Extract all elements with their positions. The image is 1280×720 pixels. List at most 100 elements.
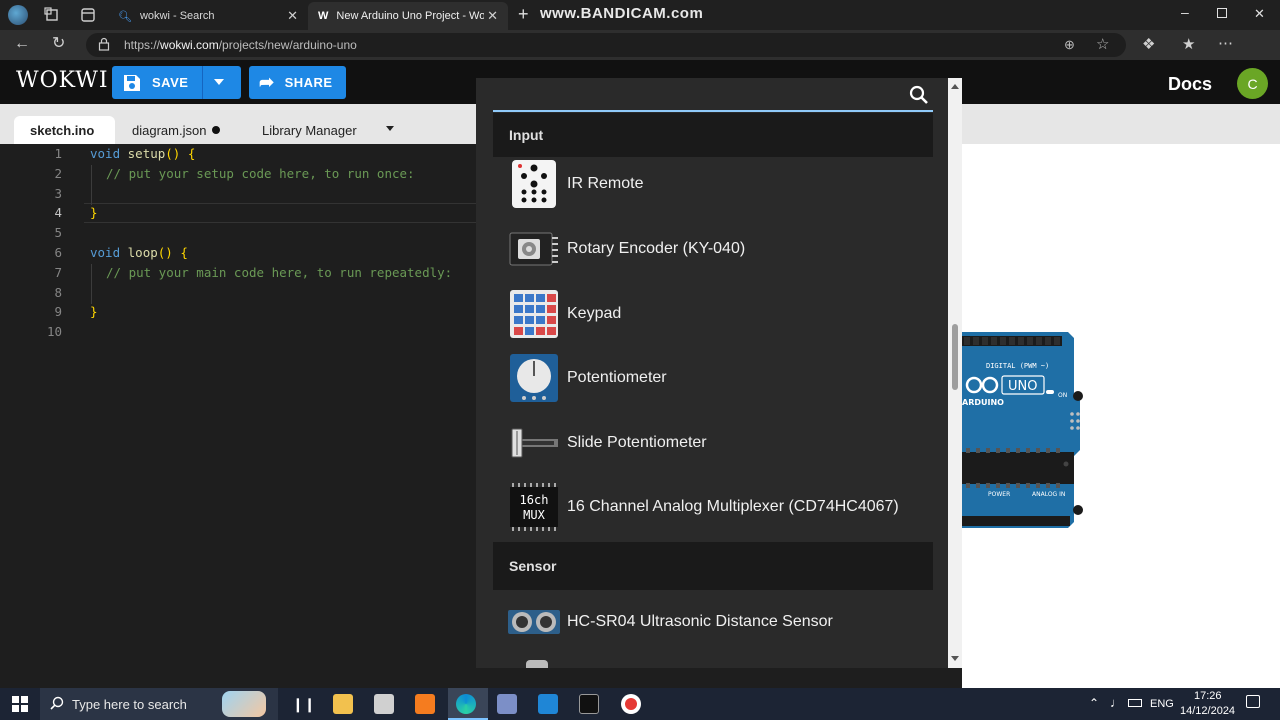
file-explorer-icon[interactable] xyxy=(333,694,353,714)
tray-overflow-chevron-icon[interactable]: ⌃ xyxy=(1089,696,1099,710)
search-placeholder: Type here to search xyxy=(72,696,187,712)
share-label: SHARE xyxy=(284,75,333,90)
tabs-menu-chevron-icon[interactable] xyxy=(386,126,394,131)
minimize-button[interactable]: – xyxy=(1181,4,1189,20)
save-button[interactable]: SAVE xyxy=(112,66,241,99)
zoom-icon[interactable]: ⊕ xyxy=(1064,37,1075,53)
part-hc-sr04[interactable]: HC-SR04 Ultrasonic Distance Sensor xyxy=(508,594,928,650)
part-slide-potentiometer[interactable]: Slide Potentiometer xyxy=(508,415,928,471)
back-icon[interactable]: ← xyxy=(14,36,30,52)
line-number: 3 xyxy=(54,186,62,201)
indent-guide xyxy=(91,264,92,304)
part-analog-multiplexer[interactable]: 16ch MUX 16 Channel Analog Multiplexer (… xyxy=(508,479,928,535)
browser-tab-wokwi[interactable]: W New Arduino Uno Project - Wokw ✕ xyxy=(308,2,508,30)
part-rotary-encoder[interactable]: Rotary Encoder (KY-040) xyxy=(508,221,928,277)
task-view-icon[interactable]: ❙❙ xyxy=(292,696,315,713)
brackets: () { xyxy=(157,245,188,260)
maximize-button[interactable] xyxy=(1217,8,1227,18)
taskbar-search-box[interactable]: Type here to search xyxy=(40,688,278,720)
lock-icon xyxy=(98,37,110,54)
category-sensor: Sensor xyxy=(493,542,933,590)
code-editor[interactable]: 1 2 3 4 5 6 7 8 9 10 void setup() { // p… xyxy=(0,144,476,688)
address-bar-row: ← ↻ https://wokwi.com/projects/new/ardui… xyxy=(0,30,1280,85)
keyword: void xyxy=(90,146,121,161)
uno-label: UNO xyxy=(1008,379,1037,394)
clock-time[interactable]: 17:26 xyxy=(1194,690,1222,702)
part-potentiometer[interactable]: Potentiometer xyxy=(508,350,928,406)
windows-start-icon[interactable] xyxy=(12,696,28,717)
clock-date[interactable]: 14/12/2024 xyxy=(1180,705,1235,717)
on-label: ON xyxy=(1058,392,1067,399)
part-name: HC-SR04 Ultrasonic Distance Sensor xyxy=(567,613,833,630)
more-icon[interactable]: ⋯ xyxy=(1218,36,1233,51)
keypad-icon xyxy=(508,288,560,340)
rotary-encoder-icon xyxy=(508,223,560,275)
arduino-uno-board[interactable]: DIGITAL (PWM ~) UNO ARDUINO ON POWER ANA… xyxy=(962,144,1280,688)
part-search-input[interactable] xyxy=(493,78,933,110)
part-name: Rotary Encoder (KY-040) xyxy=(567,240,746,257)
save-icon xyxy=(122,73,142,93)
line-number: 1 xyxy=(54,146,62,161)
save-label: SAVE xyxy=(152,75,189,90)
close-icon[interactable]: ✕ xyxy=(487,8,498,24)
wokwi-icon: W xyxy=(318,10,329,22)
battery-icon[interactable] xyxy=(1128,699,1142,707)
power-label: POWER xyxy=(988,491,1010,498)
xampp-icon[interactable] xyxy=(415,694,435,714)
close-icon[interactable]: ✕ xyxy=(287,8,298,24)
tab-sketch[interactable]: sketch.ino xyxy=(14,116,115,144)
bandicam-record-icon[interactable] xyxy=(621,694,641,714)
scroll-down-arrow-icon[interactable] xyxy=(951,656,959,661)
mux-label-top: 16ch xyxy=(520,493,549,507)
code-line-4: } xyxy=(90,205,98,220)
terminal-icon[interactable] xyxy=(579,694,599,714)
network-app-icon[interactable] xyxy=(497,694,517,714)
search-icon[interactable] xyxy=(908,84,930,111)
simulator-toolbar xyxy=(962,104,1280,144)
line-number: 9 xyxy=(54,304,62,319)
wokwi-logo[interactable]: WOKWI xyxy=(16,68,109,93)
scrollbar-thumb[interactable] xyxy=(952,324,958,390)
tab-label: sketch.ino xyxy=(30,122,95,138)
browser-tab-search[interactable]: 🔍︎ wokwi - Search ✕ xyxy=(108,2,308,30)
notifications-icon[interactable] xyxy=(1246,695,1260,708)
new-tab-button[interactable]: + xyxy=(518,4,529,25)
function-name: loop xyxy=(127,245,158,260)
language-indicator[interactable]: ENG xyxy=(1150,698,1174,710)
favorite-icon[interactable]: ☆ xyxy=(1096,35,1109,53)
line-number: 4 xyxy=(54,205,62,220)
close-window-button[interactable]: ✕ xyxy=(1254,6,1265,22)
workspaces-icon[interactable] xyxy=(44,7,60,26)
scroll-up-arrow-icon[interactable] xyxy=(951,84,959,89)
share-icon: ➦ xyxy=(259,72,275,92)
simulation-canvas[interactable]: DIGITAL (PWM ~) UNO ARDUINO ON POWER ANA… xyxy=(962,144,1280,688)
indent-guide xyxy=(91,165,92,205)
digital-label: DIGITAL (PWM ~) xyxy=(986,362,1049,370)
line-number: 7 xyxy=(54,265,62,280)
tab-diagram[interactable]: diagram.json xyxy=(116,116,236,144)
next-part-preview xyxy=(526,660,548,668)
extensions-icon[interactable]: ❖ xyxy=(1142,37,1155,52)
tab-actions-icon[interactable] xyxy=(80,7,96,26)
microphone-icon[interactable]: ♩ xyxy=(1110,695,1123,710)
docs-link[interactable]: Docs xyxy=(1168,74,1212,95)
line-number: 8 xyxy=(54,285,62,300)
part-ir-remote[interactable]: IR Remote xyxy=(508,156,928,212)
favorites-icon[interactable]: ★ xyxy=(1182,37,1195,52)
code-line-1: void setup() { xyxy=(90,146,195,161)
search-icon xyxy=(50,696,64,713)
tab-library-manager[interactable]: Library Manager xyxy=(246,116,373,144)
edge-browser-icon[interactable] xyxy=(456,694,476,714)
vscode-icon[interactable] xyxy=(538,694,558,714)
share-button[interactable]: ➦ SHARE xyxy=(249,66,346,99)
part-keypad[interactable]: Keypad xyxy=(508,286,928,342)
windows-taskbar: Type here to search ❙❙ ⌃ ♩ ENG 17:26 14/… xyxy=(0,688,1280,720)
profile-icon[interactable] xyxy=(8,5,28,25)
divider xyxy=(202,66,203,99)
save-dropdown-chevron-icon[interactable] xyxy=(214,79,224,85)
video-editor-icon[interactable] xyxy=(374,694,394,714)
refresh-icon[interactable]: ↻ xyxy=(52,36,65,52)
avatar[interactable]: C xyxy=(1237,68,1268,99)
search-highlight-icon xyxy=(222,691,266,717)
address-bar[interactable]: https://wokwi.com/projects/new/arduino-u… xyxy=(86,33,1126,57)
